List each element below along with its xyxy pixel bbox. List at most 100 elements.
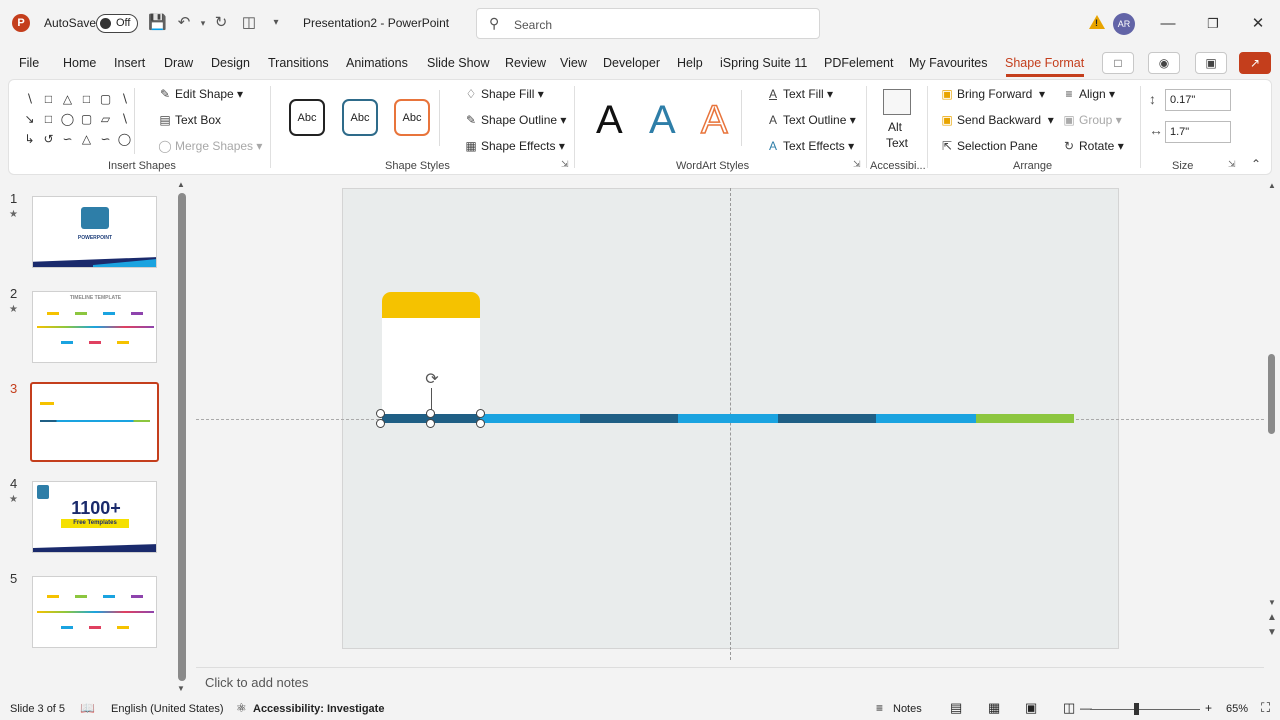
previous-slide-icon[interactable]: ▲ [1267,612,1277,623]
slide-counter[interactable]: Slide 3 of 5 [10,703,65,715]
alt-text-line1[interactable]: Alt [888,120,902,134]
alt-text-line2[interactable]: Text [886,136,908,150]
text-fill-button[interactable]: A Text Fill ▾ [765,87,833,101]
tab-transitions[interactable]: Transitions [268,56,329,70]
tab-ispring[interactable]: iSpring Suite 11 [720,56,807,70]
accessibility-icon[interactable]: ⚛ [236,701,247,715]
edit-shape-button[interactable]: ✎ Edit Shape ▾ [157,87,243,101]
merge-shapes-button[interactable]: ◯ Merge Shapes ▾ [157,139,262,153]
scroll-up-icon[interactable]: ▲ [177,180,185,189]
send-backward-button[interactable]: ▣ Send Backward ▾ [939,113,1053,127]
resize-handle[interactable] [476,409,485,418]
tab-insert[interactable]: Insert [114,56,145,70]
autosave-toggle[interactable]: Off [96,14,138,33]
timeline-segment[interactable] [580,414,678,423]
present-teams-button[interactable]: ▣ [1195,52,1227,74]
resize-handle[interactable] [426,419,435,428]
timeline-segment[interactable] [876,414,976,423]
line2-icon[interactable]: ∖ [117,113,132,126]
wordart-launcher-icon[interactable]: ⇲ [853,159,861,170]
resize-handle[interactable] [426,409,435,418]
record-button[interactable]: ◉ [1148,52,1180,74]
reading-view-icon[interactable]: ▣ [1025,700,1037,716]
align-button[interactable]: ≡ Align ▾ [1061,87,1115,101]
notes-icon[interactable]: ≡ [876,701,883,715]
tab-design[interactable]: Design [211,56,250,70]
text-effects-button[interactable]: A Text Effects ▾ [765,139,854,153]
timeline-segment[interactable] [480,414,580,423]
timeline-segment[interactable] [778,414,876,423]
timeline-segment[interactable] [976,414,1074,423]
parallelogram-icon[interactable]: ▱ [98,113,113,126]
zoom-slider-track[interactable] [1090,709,1200,710]
accessibility-status[interactable]: Accessibility: Investigate [253,703,384,715]
present-icon[interactable]: ◫ [240,14,258,32]
line-shape-icon[interactable]: ∖ [22,93,37,106]
collapse-ribbon-icon[interactable]: ⌃ [1251,157,1261,171]
wordart-gallery-scroll[interactable] [741,90,755,146]
scribble-icon[interactable]: ∽ [98,133,113,146]
text-outline-button[interactable]: A Text Outline ▾ [765,113,856,127]
elbow-connector-icon[interactable]: ↳ [22,133,37,146]
zoom-out-icon[interactable]: — [1080,701,1092,715]
next-slide-icon[interactable]: ▼ [1267,627,1277,638]
wordart-orange-outline[interactable]: A [700,97,728,143]
scroll-down-icon[interactable]: ▼ [177,684,185,693]
rectangle-shape-icon[interactable]: □ [41,93,56,106]
zoom-slider-thumb[interactable] [1134,703,1139,715]
tab-pdfelement[interactable]: PDFelement [824,56,893,70]
curve-connector-icon[interactable]: ↺ [41,133,56,146]
undo-dropdown-icon[interactable]: ▾ [194,14,212,32]
slide-sorter-icon[interactable]: ▦ [988,700,1000,716]
arrow-line-icon[interactable]: ↘ [22,113,37,126]
square-shape-icon[interactable]: □ [41,113,56,126]
redo-icon[interactable]: ↻ [212,14,230,32]
wordart-black[interactable]: A [596,98,623,142]
timeline-card-header[interactable] [382,292,480,318]
alt-text-icon[interactable] [883,89,911,115]
undo-icon[interactable]: ↶ [175,14,193,32]
slide-thumbnail-2[interactable]: TIMELINE TEMPLATE [32,291,157,363]
curve-icon[interactable]: ∽ [60,133,75,146]
language-status[interactable]: English (United States) [111,703,224,715]
freeform-icon[interactable]: △ [79,133,94,146]
tab-slide-show[interactable]: Slide Show [427,56,490,70]
tab-file[interactable]: File [19,56,39,70]
normal-view-icon[interactable]: ▤ [950,700,962,716]
tab-shape-format[interactable]: Shape Format [1005,56,1084,70]
shape-style-3[interactable]: Abc [394,99,430,136]
notes-pane[interactable]: Click to add notes [196,667,1264,695]
shape-style-2[interactable]: Abc [342,99,378,136]
callout-shape-icon[interactable]: □ [79,93,94,106]
shapes-gallery-scroll[interactable] [134,88,148,154]
tab-review[interactable]: Review [505,56,546,70]
shape-style-1[interactable]: Abc [289,99,325,136]
rotate-handle-icon[interactable]: ⟳ [422,370,442,390]
warning-icon[interactable]: ! [1089,15,1105,29]
wordart-blue[interactable]: A [649,98,676,142]
tab-animations[interactable]: Animations [346,56,408,70]
tab-my-favourites[interactable]: My Favourites [909,56,988,70]
rounded-square-icon[interactable]: ▢ [79,113,94,126]
slide-thumbnail-4[interactable]: 1100+ Free Templates [32,481,157,553]
shape-styles-launcher-icon[interactable]: ⇲ [561,159,569,170]
zoom-in-icon[interactable]: + [1205,701,1212,715]
bring-forward-button[interactable]: ▣ Bring Forward ▾ [939,87,1045,101]
text-box-button[interactable]: ▤ Text Box [157,113,221,127]
canvas-scroll-up-icon[interactable]: ▲ [1268,181,1276,190]
resize-handle[interactable] [476,419,485,428]
canvas-scrollbar[interactable] [1268,354,1275,434]
minimize-icon[interactable]: — [1156,12,1180,36]
close-icon[interactable]: ✕ [1246,12,1270,36]
rotate-button[interactable]: ↻ Rotate ▾ [1061,139,1124,153]
tab-view[interactable]: View [560,56,587,70]
shape-width-field[interactable]: 1.7" [1165,121,1231,143]
tab-developer[interactable]: Developer [603,56,660,70]
more-shapes-icon[interactable]: ◯ [117,133,132,146]
rounded-rect-shape-icon[interactable]: ▢ [98,93,113,106]
group-button[interactable]: ▣ Group ▾ [1061,113,1121,127]
slide-thumbnail-3[interactable] [30,382,159,462]
notes-toggle[interactable]: Notes [893,703,922,715]
shape-outline-button[interactable]: ✎ Shape Outline ▾ [463,113,566,127]
slide-thumbnail-1[interactable]: POWERPOINT [32,196,157,268]
